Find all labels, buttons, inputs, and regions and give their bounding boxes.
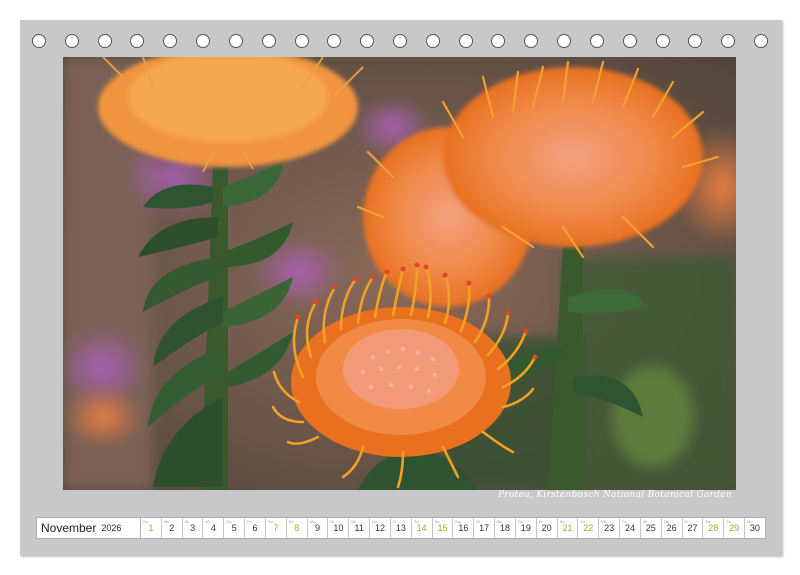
binding-hole <box>393 34 407 48</box>
day-number: 16 <box>458 523 469 533</box>
month-year: 2026 <box>101 523 122 533</box>
binding-hole <box>97 34 112 48</box>
day-cell: Di 10 <box>328 518 350 538</box>
day-number: 24 <box>624 523 635 533</box>
day-cell: Sa 7 <box>266 518 287 538</box>
day-number: 11 <box>354 523 364 533</box>
day-number: 7 <box>273 523 279 533</box>
day-number: 18 <box>499 523 510 533</box>
binding-hole <box>721 34 736 48</box>
day-cell: Fr 6 <box>245 518 266 538</box>
binding-hole <box>228 34 243 48</box>
binding-hole <box>32 34 46 48</box>
binding-hole <box>491 34 506 48</box>
day-number: 25 <box>645 523 656 533</box>
day-cell: Do 12 <box>370 518 391 538</box>
binding-holes <box>32 34 768 50</box>
binding-hole <box>458 34 473 48</box>
day-cell: Mi 11 <box>349 518 371 538</box>
day-cell: Mo 2 <box>162 518 183 538</box>
day-number: 5 <box>231 523 237 533</box>
day-cell: Do 19 <box>516 518 537 538</box>
binding-hole <box>64 34 79 48</box>
day-cell: Di 3 <box>183 518 204 538</box>
month-calendar-strip: November 2026 So 1 Mo 2 Di 3 Mi 4 Do 5 Fr 6 Sa 7 So 8 Mo… <box>36 517 766 539</box>
day-number: 2 <box>169 523 175 533</box>
binding-hole <box>294 34 309 48</box>
day-cell: So 8 <box>287 518 308 538</box>
day-cell: So 22 <box>578 518 600 538</box>
day-number: 30 <box>749 523 760 533</box>
day-cell: Fr 13 <box>391 518 412 538</box>
day-cell: Sa 28 <box>703 518 725 538</box>
binding-hole <box>261 34 276 48</box>
day-number: 29 <box>729 523 740 533</box>
day-cell: Sa 21 <box>558 518 579 538</box>
day-number: 13 <box>395 523 406 533</box>
day-cell: Mi 4 <box>203 518 225 538</box>
calendar-page: Protea, Kirstenbosch National Botanical … <box>20 20 782 556</box>
day-cell: Di 17 <box>474 518 496 538</box>
binding-hole <box>425 34 440 48</box>
day-number: 14 <box>416 523 427 533</box>
day-cell: So 29 <box>724 518 746 538</box>
day-cell: Fr 20 <box>537 518 558 538</box>
binding-hole <box>327 34 342 48</box>
day-cells: So 1 Mo 2 Di 3 Mi 4 Do 5 Fr 6 Sa 7 So 8 Mo 9 Di 10 Mi 11 Do 12 F… <box>141 518 765 538</box>
day-number: 21 <box>562 523 573 533</box>
day-number: 10 <box>333 523 344 533</box>
binding-hole <box>688 34 703 48</box>
day-cell: Mo 23 <box>599 518 621 538</box>
day-number: 20 <box>541 523 552 533</box>
binding-hole <box>754 34 768 48</box>
day-cell: Mi 25 <box>641 518 662 538</box>
day-cell: Di 24 <box>620 518 641 538</box>
month-name: November <box>41 521 97 535</box>
binding-hole <box>557 34 572 48</box>
day-cell: Do 5 <box>224 518 246 538</box>
binding-hole <box>524 34 539 48</box>
binding-hole <box>163 34 178 48</box>
day-cell: Mo 9 <box>308 518 329 538</box>
day-number: 3 <box>190 523 196 533</box>
day-number: 26 <box>666 523 677 533</box>
binding-hole <box>655 34 670 48</box>
day-number: 17 <box>479 523 490 533</box>
day-cell: Sa 14 <box>412 518 433 538</box>
binding-hole <box>196 34 211 48</box>
day-number: 9 <box>315 523 321 533</box>
day-cell: Mi 18 <box>495 518 516 538</box>
day-number: 12 <box>375 523 386 533</box>
day-number: 15 <box>437 523 448 533</box>
day-cell: Fr 27 <box>683 518 704 538</box>
day-number: 6 <box>252 523 258 533</box>
month-label: November 2026 <box>37 518 141 538</box>
flower-photo <box>63 57 736 490</box>
day-number: 8 <box>294 523 300 533</box>
day-number: 4 <box>210 523 216 533</box>
day-number: 1 <box>148 523 154 533</box>
day-cell: So 1 <box>141 518 162 538</box>
day-number: 27 <box>687 523 698 533</box>
binding-hole <box>622 34 637 48</box>
day-number: 23 <box>604 523 615 533</box>
day-number: 22 <box>583 523 594 533</box>
day-cell: Do 26 <box>662 518 683 538</box>
day-cell: So 15 <box>433 518 454 538</box>
day-cell: Mo 30 <box>745 518 765 538</box>
binding-hole <box>589 34 604 48</box>
day-number: 28 <box>708 523 719 533</box>
day-cell: Mo 16 <box>453 518 475 538</box>
day-number: 19 <box>520 523 531 533</box>
photo-caption: Protea, Kirstenbosch National Botanical … <box>498 490 732 500</box>
binding-hole <box>360 34 375 48</box>
binding-hole <box>130 34 145 48</box>
